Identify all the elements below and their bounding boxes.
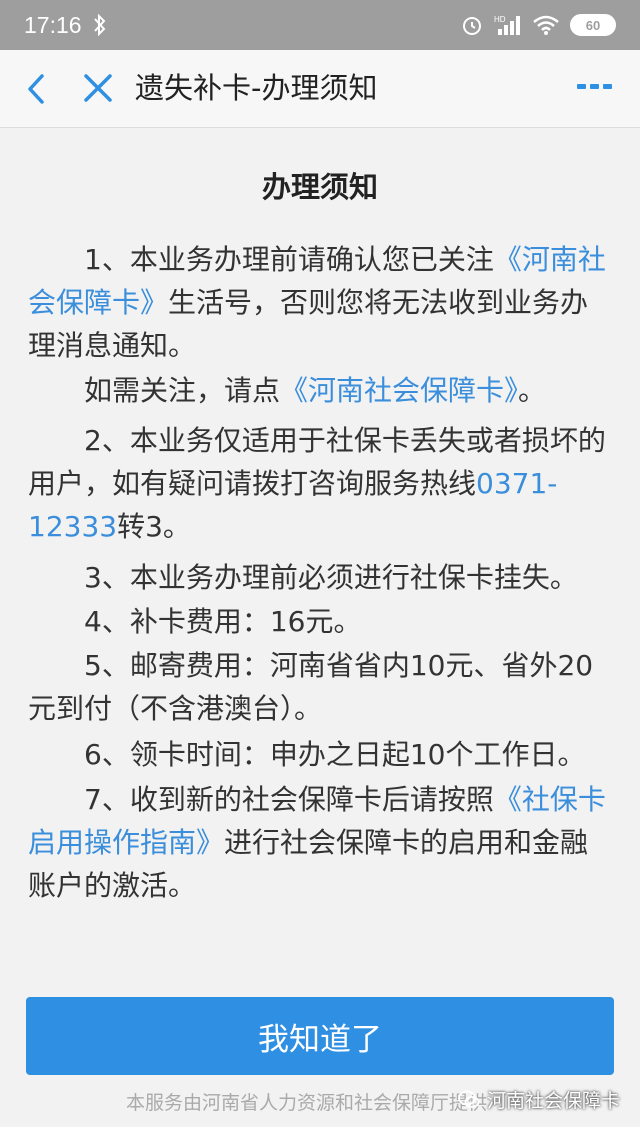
notice-item-2-tail: 转3。 bbox=[117, 510, 191, 543]
notice-heading: 办理须知 bbox=[261, 170, 378, 204]
notice-follow: 如需关注，请点《河南社会保障卡》。 bbox=[28, 369, 612, 412]
notice-item-7: 7、收到新的社会保障卡后请按照《社保卡启用操作指南》进行社会保障卡的启用和金融账… bbox=[28, 778, 612, 907]
notice-item-3: 3、本业务办理前必须进行社保卡挂失。 bbox=[84, 561, 578, 594]
close-icon[interactable] bbox=[80, 70, 116, 106]
signal-icon: HD bbox=[494, 15, 520, 35]
notice-item-6: 6、领卡时间：申办之日起10个工作日。 bbox=[84, 738, 586, 771]
status-time: 17:16 bbox=[24, 11, 82, 38]
notice-follow-tail: 。 bbox=[518, 374, 547, 407]
acknowledge-button[interactable]: 我知道了 bbox=[26, 997, 614, 1075]
bluetooth-icon bbox=[93, 13, 105, 37]
page-title: 遗失补卡-办理须知 bbox=[135, 71, 378, 105]
wifi-icon bbox=[533, 15, 559, 35]
notice-item-2: 2、本业务仅适用于社保卡丢失或者损坏的用户，如有疑问请拨打咨询服务热线0371-… bbox=[28, 419, 612, 548]
link-follow-henan-social-card[interactable]: 《河南社会保障卡》 bbox=[280, 374, 518, 407]
status-icons: HD 60 bbox=[460, 13, 616, 37]
network-label: HD bbox=[494, 15, 506, 24]
back-arrow-icon[interactable] bbox=[22, 72, 52, 106]
nav-bar: 遗失补卡-办理须知 bbox=[0, 50, 640, 128]
watermark-text: 河南社会保障卡 bbox=[486, 1090, 620, 1112]
watermark: 河南社会保障卡 bbox=[457, 1086, 620, 1113]
notice-item-5: 5、邮寄费用：河南省省内10元、省外20元到付（不含港澳台）。 bbox=[28, 649, 594, 725]
battery-indicator: 60 bbox=[570, 14, 616, 36]
notice-item-1: 1、本业务办理前请确认您已关注《河南社会保障卡》生活号，否则您将无法收到业务办理… bbox=[28, 238, 612, 367]
status-bar: 17:16 HD 60 bbox=[0, 0, 640, 50]
notice-item-1-text: 1、本业务办理前请确认您已关注 bbox=[84, 243, 494, 276]
wechat-icon bbox=[458, 1090, 480, 1108]
alarm-icon bbox=[463, 17, 481, 35]
more-icon[interactable] bbox=[576, 80, 614, 94]
notice-follow-text: 如需关注，请点 bbox=[84, 374, 281, 407]
notice-item-7-text: 7、收到新的社会保障卡后请按照 bbox=[84, 783, 494, 816]
notice-item-4: 4、补卡费用：16元。 bbox=[84, 605, 362, 638]
